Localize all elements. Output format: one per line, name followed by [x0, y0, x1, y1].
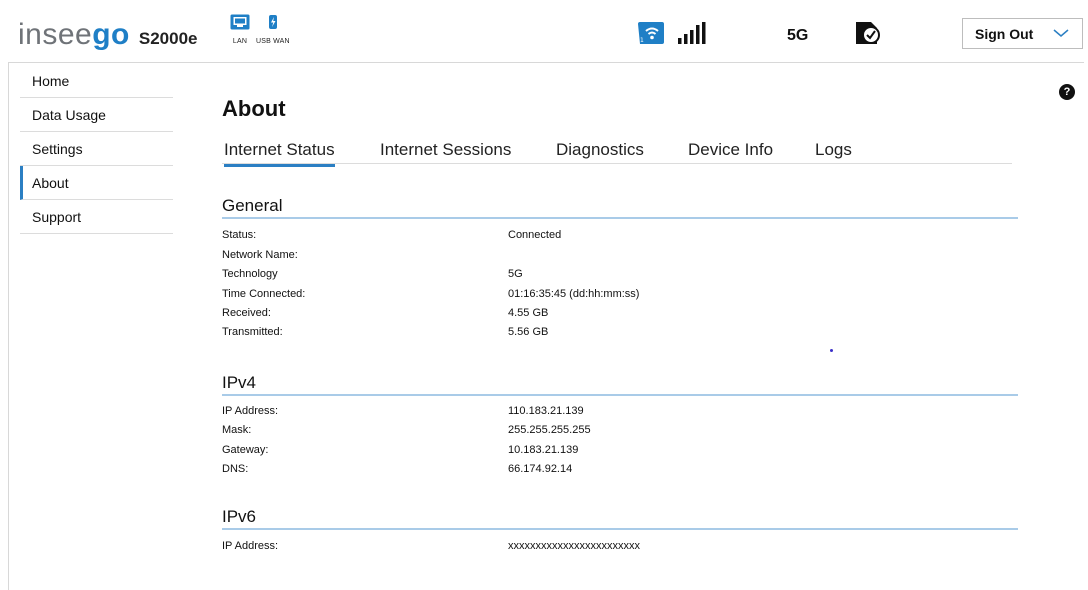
svg-text:1: 1 — [640, 37, 644, 44]
tab-logs[interactable]: Logs — [815, 140, 852, 164]
wifi-icon: 1 — [638, 22, 664, 44]
status-value: Connected — [508, 229, 562, 241]
time-connected-label: Time Connected: — [222, 288, 306, 300]
section-divider — [222, 217, 1018, 219]
tab-device-info[interactable]: Device Info — [688, 140, 773, 164]
sidebar-nav: Home Data Usage Settings About Support — [20, 64, 173, 234]
section-title-ipv4: IPv4 — [222, 373, 257, 392]
section-title-ipv6: IPv6 — [222, 507, 257, 526]
lan-port-indicator: LAN — [230, 14, 250, 45]
tab-diagnostics[interactable]: Diagnostics — [556, 140, 644, 164]
tab-internet-status[interactable]: Internet Status — [224, 140, 335, 167]
transmitted-label: Transmitted: — [222, 326, 283, 338]
dns-value: 66.174.92.14 — [508, 463, 573, 475]
received-value: 4.55 GB — [508, 307, 549, 319]
ipv4-address-value: 110.183.21.139 — [508, 405, 584, 417]
page-title: About — [222, 96, 286, 121]
sidebar-divider — [8, 63, 9, 590]
section-title-general: General — [222, 196, 283, 215]
technology-label: Technology — [222, 268, 278, 280]
sidebar-item-data-usage[interactable]: Data Usage — [20, 98, 173, 132]
gateway-label: Gateway: — [222, 444, 269, 456]
ipv6-address-value: xxxxxxxxxxxxxxxxxxxxxxxx — [508, 540, 640, 552]
sidebar-item-home[interactable]: Home — [20, 64, 173, 98]
usb-port-icon — [268, 15, 277, 29]
ipv6-address-label: IP Address: — [222, 540, 279, 552]
device-model: S2000e — [138, 29, 198, 48]
tab-internet-sessions[interactable]: Internet Sessions — [380, 140, 511, 164]
sidebar-item-support[interactable]: Support — [20, 200, 173, 234]
sign-out-dropdown[interactable]: Sign Out — [962, 18, 1083, 49]
gateway-value: 10.183.21.139 — [508, 444, 579, 456]
brand-logo: inseego S2000e — [18, 18, 198, 58]
sidebar-item-about[interactable]: About — [20, 166, 173, 200]
chevron-down-icon — [1053, 29, 1069, 37]
network-name-label: Network Name: — [222, 249, 298, 261]
status-label: Status: — [222, 229, 257, 241]
lan-port-label: LAN — [232, 38, 248, 45]
usb-wan-indicator: USB WAN — [256, 14, 290, 45]
sidebar-item-settings[interactable]: Settings — [20, 132, 173, 166]
mask-label: Mask: — [222, 424, 252, 436]
section-divider — [222, 528, 1018, 530]
ipv4-address-label: IP Address: — [222, 405, 279, 417]
sign-out-label: Sign Out — [975, 25, 1034, 42]
network-type-label: 5G — [787, 27, 809, 44]
indicator-dot — [830, 349, 833, 352]
logo-suffix: go — [92, 18, 130, 51]
time-connected-value: 01:16:35:45 (dd:hh:mm:ss) — [508, 288, 640, 300]
technology-value: 5G — [508, 268, 523, 280]
usb-wan-label: USB WAN — [256, 38, 290, 45]
top-header: inseego S2000e LAN USB WAN 1 5G Sign Out — [8, 8, 1084, 63]
about-tabs: Internet Status Internet Sessions Diagno… — [222, 138, 1012, 167]
received-label: Received: — [222, 307, 271, 319]
dns-label: DNS: — [222, 463, 249, 475]
mask-value: 255.255.255.255 — [508, 424, 591, 436]
sim-check-icon — [856, 22, 880, 44]
lan-port-icon — [230, 14, 250, 30]
signal-bars-icon — [678, 22, 706, 44]
help-icon[interactable]: ? — [1059, 84, 1075, 100]
section-divider — [222, 394, 1018, 396]
logo-prefix: insee — [18, 18, 93, 51]
transmitted-value: 5.56 GB — [508, 326, 549, 338]
